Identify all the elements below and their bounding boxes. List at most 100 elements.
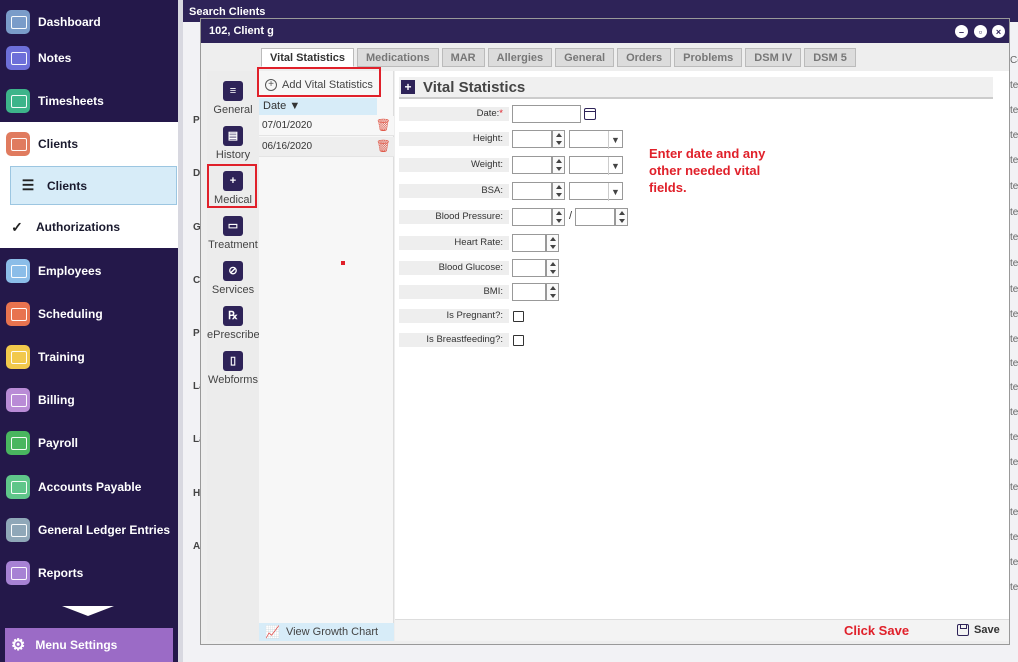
section-general[interactable]: ≡ General [207, 77, 259, 121]
bg-right-fragment: te [1010, 309, 1018, 320]
tab-vital-statistics[interactable]: Vital Statistics [261, 48, 354, 67]
medical-highlight-box [207, 164, 257, 208]
vital-records-list: + Add Vital Statistics Date ▼ 07/01/2020… [257, 67, 394, 641]
tab-problems[interactable]: Problems [674, 48, 743, 67]
height-input[interactable] [512, 130, 552, 148]
nav-item-payroll[interactable]: Payroll [0, 421, 178, 464]
systolic-stepper[interactable] [552, 208, 565, 226]
sub-item-authorizations[interactable]: ✓ Authorizations [0, 206, 178, 248]
close-icon[interactable]: × [992, 25, 1005, 38]
save-button[interactable]: Save [957, 624, 1000, 636]
bsa-stepper[interactable] [552, 182, 565, 200]
blood-glucose-stepper[interactable] [546, 259, 559, 277]
height-stepper[interactable] [552, 130, 565, 148]
section-treatment[interactable]: ▭ Treatment [207, 212, 259, 256]
date-input[interactable] [512, 105, 581, 123]
sub-item-clients[interactable]: ☰ Clients [10, 166, 177, 205]
document-icon [6, 517, 30, 542]
section-eprescribe[interactable]: ℞ ePrescribe [207, 302, 260, 346]
bg-right-fragment: te [1010, 80, 1018, 91]
diastolic-input[interactable] [575, 208, 615, 226]
nav-item-scheduling[interactable]: Scheduling [0, 292, 178, 335]
section-services[interactable]: ⊘ Services [207, 257, 259, 301]
is-breastfeeding-checkbox[interactable] [513, 335, 524, 346]
list-item[interactable]: 07/01/2020 🗑 [259, 116, 394, 136]
blood-glucose-label: Blood Glucose: [438, 262, 503, 273]
tab-dsm-5[interactable]: DSM 5 [804, 48, 856, 67]
bsa-input[interactable] [512, 182, 552, 200]
calendar-icon[interactable] [584, 108, 596, 120]
bg-right-fragment: te [1010, 382, 1018, 393]
weight-unit-select[interactable]: ▼ [569, 156, 623, 175]
folder-icon [6, 430, 30, 455]
bg-right-fragment: te [1010, 557, 1018, 568]
blood-pressure-label: Blood Pressure: [435, 211, 503, 222]
bmi-input[interactable] [512, 283, 546, 301]
bg-right-fragment: te [1010, 457, 1018, 468]
nav-item-general-ledger[interactable]: General Ledger Entries [0, 508, 178, 551]
instruction-annotation: Enter date and any other needed vital fi… [649, 146, 766, 195]
bmi-label: BMI: [483, 286, 503, 297]
nav-item-billing[interactable]: Billing [0, 378, 178, 421]
blood-glucose-input[interactable] [512, 259, 546, 277]
height-unit-select[interactable]: ▼ [569, 130, 623, 149]
bg-right-fragment: te [1010, 181, 1018, 192]
date-label: Date:* [476, 108, 503, 119]
weight-label: Weight: [470, 159, 503, 170]
weight-stepper[interactable] [552, 156, 565, 174]
list-item[interactable]: 06/16/2020 🗑 [259, 137, 394, 157]
nav-item-training[interactable]: Training [0, 335, 178, 378]
section-webforms[interactable]: ▯ Webforms [207, 347, 259, 391]
tab-general[interactable]: General [555, 48, 615, 67]
tab-allergies[interactable]: Allergies [487, 48, 553, 67]
tab-orders[interactable]: Orders [617, 48, 672, 67]
bg-right-fragment: te [1010, 284, 1018, 295]
nav-item-accounts-payable[interactable]: Accounts Payable [0, 465, 178, 508]
is-breastfeeding-label: Is Breastfeeding?: [426, 334, 503, 345]
bg-right-fragment: te [1010, 432, 1018, 443]
menu-settings-button[interactable]: ⚙ Menu Settings [5, 628, 173, 662]
view-growth-chart-button[interactable]: 📈 View Growth Chart [259, 623, 394, 641]
bar-chart-icon [6, 560, 30, 585]
client-list-icon: ☰ [21, 177, 35, 193]
bmi-stepper[interactable] [546, 283, 559, 301]
bg-right-fragment: te [1010, 507, 1018, 518]
date-column-header[interactable]: Date ▼ [259, 98, 377, 115]
weight-input[interactable] [512, 156, 552, 174]
bg-right-fragment: te [1010, 130, 1018, 141]
bsa-unit-select[interactable]: ▼ [569, 182, 623, 201]
trash-icon[interactable]: 🗑 [376, 139, 391, 153]
bg-label: P [193, 115, 200, 126]
maximize-icon[interactable]: ▫ [974, 25, 987, 38]
is-pregnant-label: Is Pregnant?: [446, 310, 503, 321]
bg-right-fragment: te [1010, 155, 1018, 166]
nav-item-employees[interactable]: Employees [0, 249, 178, 292]
heart-rate-input[interactable] [512, 234, 546, 252]
line-chart-icon: 📈 [265, 625, 280, 639]
is-pregnant-checkbox[interactable] [513, 311, 524, 322]
systolic-input[interactable] [512, 208, 552, 226]
nav-item-timesheets[interactable]: Timesheets [0, 79, 178, 122]
tab-medications[interactable]: Medications [357, 48, 439, 67]
bg-right-fragment: te [1010, 232, 1018, 243]
nav-item-notes[interactable]: Notes [0, 36, 178, 79]
minimize-icon[interactable]: – [955, 25, 968, 38]
add-square-icon[interactable]: + [401, 80, 415, 94]
nav-item-clients[interactable]: Clients [0, 122, 178, 165]
bg-right-fragment: te [1010, 532, 1018, 543]
expand-arrow-icon[interactable] [62, 606, 114, 616]
trash-icon[interactable]: 🗑 [376, 118, 391, 132]
tab-dsm-iv[interactable]: DSM IV [745, 48, 802, 67]
section-history[interactable]: ▤ History [207, 122, 259, 166]
dashboard-icon [6, 9, 30, 34]
nav-item-reports[interactable]: Reports [0, 551, 178, 594]
bsa-label: BSA: [481, 185, 503, 196]
bg-right-fragment: te [1010, 407, 1018, 418]
modal-title: 102, Client g [201, 19, 1009, 43]
vital-statistics-form: + Vital Statistics Date:* Height: ▼ Weig… [395, 71, 1009, 619]
tab-mar[interactable]: MAR [441, 48, 485, 67]
diastolic-stepper[interactable] [615, 208, 628, 226]
heart-rate-label: Heart Rate: [454, 237, 503, 248]
heart-rate-stepper[interactable] [546, 234, 559, 252]
folder-icon [6, 387, 30, 412]
